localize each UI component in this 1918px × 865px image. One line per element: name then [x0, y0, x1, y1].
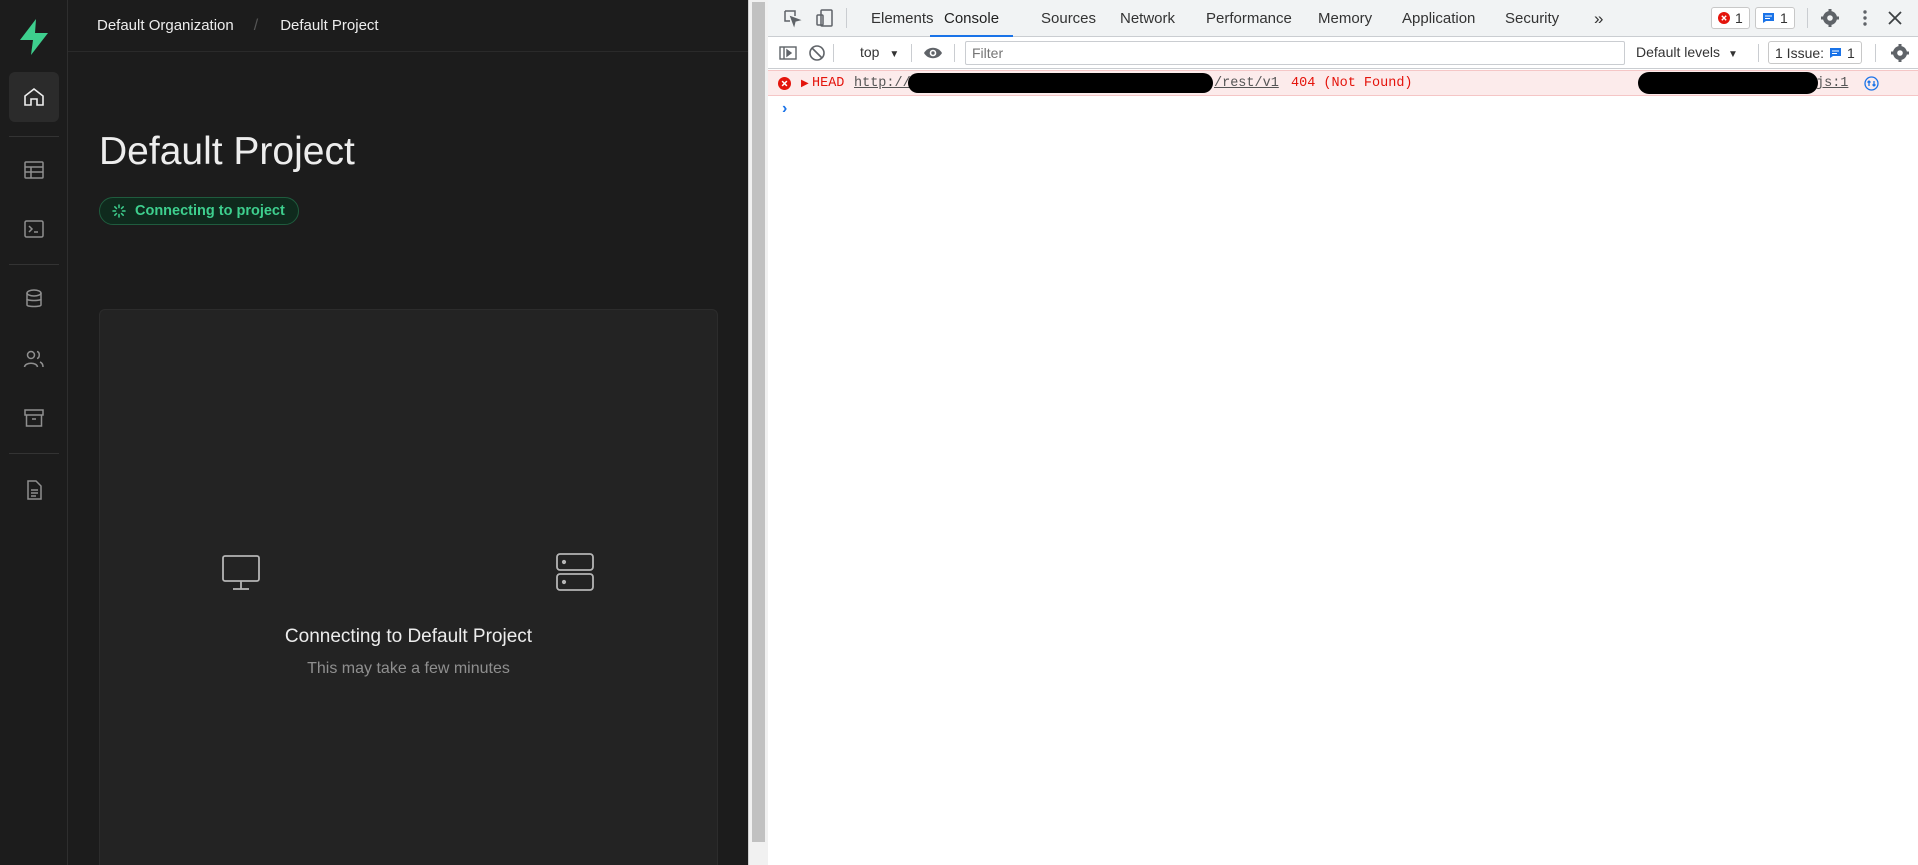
issues-count: 1 — [1847, 44, 1855, 61]
sidebar-item-storage[interactable] — [9, 393, 59, 443]
toolbar-separator — [911, 44, 912, 62]
context-selector-value: top — [860, 44, 880, 60]
monitor-icon — [222, 555, 260, 590]
page-scrollbar-thumb[interactable] — [752, 2, 765, 842]
console-filter-input[interactable] — [965, 41, 1625, 65]
response-status: 404 (Not Found) — [1291, 76, 1413, 91]
page-title: Default Project — [99, 130, 355, 173]
message-count-badge[interactable]: 1 — [1755, 7, 1795, 29]
issues-label: 1 Issue: — [1775, 44, 1825, 61]
tab-memory[interactable]: Memory — [1318, 0, 1372, 37]
inspect-element-icon[interactable] — [782, 8, 802, 28]
log-levels-label: Default levels — [1636, 44, 1721, 60]
redacted-source-segment — [1638, 72, 1818, 94]
sidebar-item-home[interactable] — [9, 72, 59, 122]
breadcrumb-separator: / — [253, 16, 259, 34]
request-url-suffix[interactable]: /rest/v1 — [1214, 76, 1279, 91]
sidebar-rail — [0, 0, 68, 865]
dropdown-arrow-icon: ▼ — [889, 49, 900, 60]
sidebar-divider — [9, 136, 59, 137]
dropdown-arrow-icon: ▼ — [1727, 49, 1738, 60]
console-settings-gear-icon[interactable] — [1890, 43, 1910, 63]
home-icon — [24, 87, 44, 106]
sidebar-divider — [9, 453, 59, 454]
sql-editor-icon — [24, 220, 44, 238]
close-icon[interactable] — [1885, 8, 1905, 28]
page-scrollbar[interactable] — [748, 0, 768, 865]
log-levels-dropdown[interactable]: Default levels ▼ — [1636, 44, 1738, 60]
sidebar-item-sql-editor[interactable] — [9, 204, 59, 254]
message-icon — [1830, 47, 1842, 58]
tab-console[interactable]: Console — [930, 0, 1014, 37]
error-icon — [778, 77, 791, 90]
message-icon — [1763, 13, 1774, 23]
device-toolbar-icon[interactable] — [815, 8, 835, 28]
live-expression-eye-icon[interactable] — [923, 43, 943, 63]
settings-gear-icon[interactable] — [1820, 8, 1840, 28]
error-count-badge[interactable]: 1 — [1711, 7, 1750, 29]
request-method: HEAD — [812, 76, 845, 91]
source-link[interactable]: js:1 — [1816, 76, 1848, 91]
toolbar-separator — [833, 44, 834, 62]
message-count: 1 — [1780, 10, 1788, 26]
toolbar-separator — [1875, 44, 1876, 62]
toolbar-separator — [1758, 44, 1759, 62]
network-request-icon[interactable] — [1864, 76, 1879, 91]
docs-icon — [27, 480, 42, 500]
status-badge-label: Connecting to project — [135, 203, 285, 219]
devtools-tabbar: Elements Console Sources Network Perform… — [768, 0, 1918, 37]
database-icon — [26, 289, 42, 308]
card-title: Connecting to Default Project — [284, 626, 533, 647]
server-icon — [556, 553, 594, 591]
toolbar-separator — [954, 44, 955, 62]
table-editor-icon — [24, 161, 44, 179]
supabase-app: Default Organization / Default Project D… — [0, 0, 748, 865]
tab-elements[interactable]: Elements — [871, 0, 934, 37]
status-badge: Connecting to project — [99, 197, 299, 225]
console-prompt[interactable]: › — [782, 100, 787, 118]
authentication-icon — [23, 350, 44, 368]
supabase-logo-icon[interactable] — [17, 18, 51, 56]
toolbar-separator — [1807, 8, 1808, 28]
sidebar-toggle-icon[interactable] — [778, 43, 798, 63]
redacted-url-segment — [908, 73, 1213, 93]
sidebar-item-docs[interactable] — [9, 465, 59, 515]
error-icon — [1718, 12, 1730, 24]
card-subtitle: This may take a few minutes — [307, 660, 510, 677]
breadcrumb: Default Organization / Default Project — [68, 0, 748, 52]
tab-sources[interactable]: Sources — [1041, 0, 1096, 37]
sidebar-item-table-editor[interactable] — [9, 145, 59, 195]
console-error-row[interactable]: ▶ HEAD http:// /rest/v1 404 (Not Found) … — [768, 70, 1918, 96]
sidebar-item-authentication[interactable] — [9, 334, 59, 384]
tab-application[interactable]: Application — [1402, 0, 1475, 37]
request-url-prefix[interactable]: http:// — [854, 76, 911, 91]
more-tabs-button[interactable]: » — [1594, 0, 1603, 37]
more-options-icon[interactable] — [1855, 8, 1875, 28]
context-selector[interactable]: top ▼ — [860, 44, 899, 60]
console-toolbar: top ▼ Default levels ▼ 1 Issue: 1 — [768, 37, 1918, 69]
connecting-card: Connecting to Default Project This may t… — [99, 309, 718, 865]
toolbar-separator — [846, 8, 847, 28]
tab-performance[interactable]: Performance — [1206, 0, 1292, 37]
tab-network[interactable]: Network — [1120, 0, 1175, 37]
expand-triangle-icon[interactable]: ▶ — [801, 78, 809, 90]
devtools-panel: Elements Console Sources Network Perform… — [768, 0, 1918, 865]
storage-icon — [24, 409, 44, 427]
sidebar-item-database[interactable] — [9, 274, 59, 324]
tab-security[interactable]: Security — [1505, 0, 1559, 37]
loading-spinner-icon — [112, 204, 126, 218]
breadcrumb-project[interactable]: Default Project — [280, 17, 378, 34]
clear-console-icon[interactable] — [807, 43, 827, 63]
issues-button[interactable]: 1 Issue: 1 — [1768, 41, 1862, 64]
breadcrumb-org[interactable]: Default Organization — [97, 17, 234, 34]
sidebar-divider — [9, 264, 59, 265]
error-count: 1 — [1735, 10, 1743, 26]
